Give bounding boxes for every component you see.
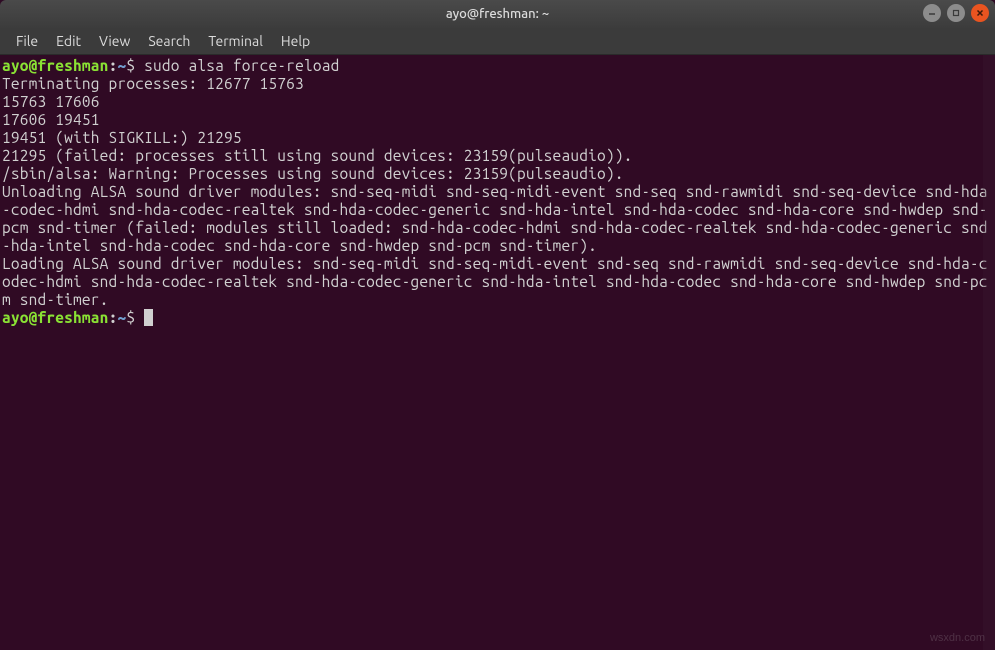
prompt-user-host: ayo@freshman xyxy=(2,57,109,74)
prompt-path: ~ xyxy=(117,57,126,74)
output-line: 17606 19451 xyxy=(2,111,993,129)
output-line: Unloading ALSA sound driver modules: snd… xyxy=(2,183,993,255)
terminal-window: ayo@freshman: ~ File Edit View Search Te… xyxy=(0,0,995,650)
cursor xyxy=(144,309,153,326)
prompt-line-1: ayo@freshman:~$ sudo alsa force-reload xyxy=(2,57,993,75)
menubar: File Edit View Search Terminal Help xyxy=(0,28,995,55)
output-line: 15763 17606 xyxy=(2,93,993,111)
minimize-icon xyxy=(928,9,936,17)
window-controls xyxy=(923,4,989,22)
window-title: ayo@freshman: ~ xyxy=(446,7,549,21)
maximize-icon xyxy=(952,9,960,17)
maximize-button[interactable] xyxy=(947,4,965,22)
watermark: wsxdn.com xyxy=(930,632,985,644)
menu-file[interactable]: File xyxy=(8,30,46,52)
menu-edit[interactable]: Edit xyxy=(48,30,89,52)
prompt-user-host: ayo@freshman xyxy=(2,309,109,326)
command-text: sudo alsa force-reload xyxy=(144,57,339,74)
output-line: Terminating processes: 12677 15763 xyxy=(2,75,993,93)
menu-terminal[interactable]: Terminal xyxy=(200,30,271,52)
close-icon xyxy=(976,9,984,17)
scrollbar[interactable] xyxy=(983,55,995,650)
output-line: 19451 (with SIGKILL:) 21295 xyxy=(2,129,993,147)
close-button[interactable] xyxy=(971,4,989,22)
menu-view[interactable]: View xyxy=(91,30,138,52)
prompt-symbol: $ xyxy=(126,57,135,74)
menu-help[interactable]: Help xyxy=(273,30,318,52)
minimize-button[interactable] xyxy=(923,4,941,22)
titlebar: ayo@freshman: ~ xyxy=(0,0,995,28)
output-line: 21295 (failed: processes still using sou… xyxy=(2,147,993,165)
prompt-symbol: $ xyxy=(126,309,135,326)
menu-search[interactable]: Search xyxy=(140,30,198,52)
prompt-path: ~ xyxy=(117,309,126,326)
terminal-body[interactable]: ayo@freshman:~$ sudo alsa force-reload T… xyxy=(0,55,995,650)
output-line: /sbin/alsa: Warning: Processes using sou… xyxy=(2,165,993,183)
output-line: Loading ALSA sound driver modules: snd-s… xyxy=(2,255,993,309)
prompt-line-2: ayo@freshman:~$ xyxy=(2,309,993,327)
